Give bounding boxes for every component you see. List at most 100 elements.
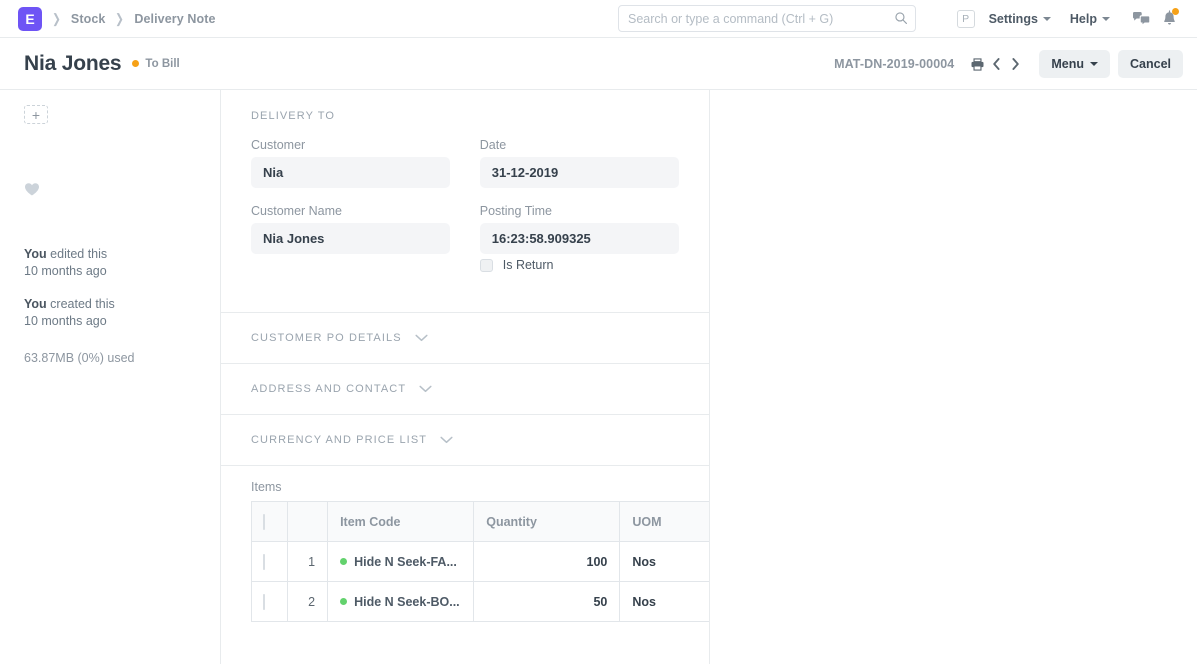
nav-settings-menu[interactable]: Settings [989, 12, 1051, 26]
storage-usage: 63.87MB (0%) used [24, 351, 135, 365]
row-select-cell[interactable] [251, 541, 289, 582]
right-gutter [709, 90, 1197, 664]
chevron-left-icon [993, 58, 1000, 70]
item-code-text: Hide N Seek-BO... [354, 594, 460, 609]
search-input[interactable] [618, 5, 916, 32]
customer-input[interactable]: Nia [251, 157, 450, 188]
uom-cell[interactable]: Nos [619, 581, 709, 622]
items-section: Items Item Code Quantity UOM Rate Amount [221, 466, 709, 622]
customer-name-field: Customer Name Nia Jones [251, 204, 450, 272]
item-code-cell[interactable]: Hide N Seek-FA... [327, 541, 475, 582]
nav-help-menu[interactable]: Help [1070, 12, 1110, 26]
table-row[interactable]: 2 Hide N Seek-BO... 50 Nos ₹ 30.00 ₹ 1,5… [251, 581, 709, 622]
menu-button-label: Menu [1051, 57, 1084, 71]
item-code-cell[interactable]: Hide N Seek-BO... [327, 581, 475, 622]
quantity-cell[interactable]: 100 [473, 541, 621, 582]
app-logo-icon[interactable]: E [18, 6, 42, 31]
section-address-and-contact[interactable]: ADDRESS AND CONTACT [221, 364, 709, 415]
page-title: Nia Jones [24, 51, 122, 75]
user-avatar[interactable]: P [956, 10, 975, 28]
breadcrumb-separator-icon: ❯ [115, 10, 125, 26]
is-return-row[interactable]: Is Return [479, 258, 679, 272]
next-document-button[interactable] [1006, 52, 1024, 76]
previous-document-button[interactable] [987, 52, 1005, 76]
heart-icon [25, 183, 39, 196]
is-return-label: Is Return [502, 258, 554, 272]
activity-edited: You edited this 10 months ago [24, 246, 220, 280]
table-header-row: Item Code Quantity UOM Rate Amount [251, 501, 709, 542]
notifications-button[interactable] [1157, 7, 1181, 31]
breadcrumb-stock[interactable]: Stock [71, 12, 106, 26]
section-address-and-contact-label: ADDRESS AND CONTACT [251, 383, 407, 395]
cancel-button[interactable]: Cancel [1118, 50, 1183, 78]
delivery-to-section: DELIVERY TO Customer Nia Date 31-12-2019… [221, 90, 709, 313]
like-button[interactable] [24, 182, 220, 202]
posting-time-field: Posting Time 16:23:58.909325 Is Return [479, 204, 679, 272]
section-customer-po-details[interactable]: CUSTOMER PO DETAILS [221, 313, 709, 364]
chevron-down-icon [1102, 17, 1110, 21]
activity-time: 10 months ago [24, 314, 107, 328]
status-badge: To Bill [132, 58, 180, 70]
items-table: Item Code Quantity UOM Rate Amount 1 [251, 501, 709, 622]
quantity-cell[interactable]: 50 [473, 581, 621, 622]
row-checkbox[interactable] [263, 593, 265, 610]
activity-actor: You [24, 247, 47, 261]
row-index: 1 [287, 541, 329, 582]
select-all-checkbox[interactable] [263, 513, 265, 530]
chevron-down-icon [1090, 62, 1098, 66]
activity-action: edited this [46, 247, 108, 261]
posting-time-label: Posting Time [479, 204, 553, 218]
notification-indicator [1172, 8, 1179, 15]
chevron-down-icon [440, 436, 453, 444]
breadcrumb-delivery-note[interactable]: Delivery Note [134, 12, 215, 26]
activity-time: 10 months ago [24, 264, 107, 278]
activity-actor: You [24, 297, 47, 311]
customer-field: Customer Nia [251, 138, 450, 188]
customer-name-input[interactable]: Nia Jones [251, 223, 450, 254]
row-checkbox[interactable] [263, 553, 265, 570]
uom-header[interactable]: UOM [619, 501, 709, 542]
item-code-text: Hide N Seek-FA... [354, 554, 457, 569]
sidebar: + You edited this 10 months ago You crea… [0, 90, 220, 664]
select-all-cell[interactable] [251, 501, 289, 542]
quantity-header[interactable]: Quantity [473, 501, 621, 542]
chat-icon [1132, 11, 1150, 27]
item-status-dot-icon [340, 558, 348, 565]
row-select-cell[interactable] [251, 581, 289, 622]
activity-created: You created this 10 months ago [24, 296, 220, 330]
date-field: Date 31-12-2019 [479, 138, 679, 188]
section-customer-po-details-label: CUSTOMER PO DETAILS [251, 332, 402, 344]
top-navbar: E ❯ Stock ❯ Delivery Note P Settings Hel… [0, 0, 1197, 38]
breadcrumb-separator-icon: ❯ [52, 10, 61, 26]
add-tag-button[interactable]: + [24, 105, 48, 124]
customer-name-label: Customer Name [251, 204, 342, 218]
chat-button[interactable] [1129, 7, 1153, 31]
is-return-checkbox[interactable] [479, 258, 493, 272]
menu-button[interactable]: Menu [1039, 50, 1110, 78]
page-body: + You edited this 10 months ago You crea… [0, 90, 1197, 664]
delivery-to-fields: Customer Nia Date 31-12-2019 Customer Na… [251, 138, 679, 288]
print-button[interactable] [968, 52, 986, 76]
printer-icon [971, 57, 984, 71]
chevron-right-icon [1012, 58, 1019, 70]
posting-time-input[interactable]: 16:23:58.909325 [479, 223, 679, 254]
chevron-down-icon [415, 334, 428, 342]
date-input[interactable]: 31-12-2019 [479, 157, 679, 188]
nav-settings-label: Settings [988, 12, 1038, 26]
page-header-actions: MAT-DN-2019-00004 Menu Cancel [834, 38, 1183, 90]
table-row[interactable]: 1 Hide N Seek-FA... 100 Nos ₹ 28.00 ₹ 2,… [251, 541, 709, 582]
chevron-down-icon [1042, 17, 1051, 21]
section-currency-and-price-list-label: CURRENCY AND PRICE LIST [251, 434, 428, 446]
uom-cell[interactable]: Nos [619, 541, 709, 582]
items-label: Items [251, 480, 282, 494]
item-code-header[interactable]: Item Code [327, 501, 475, 542]
date-label: Date [479, 138, 507, 152]
section-currency-and-price-list[interactable]: CURRENCY AND PRICE LIST [221, 415, 709, 466]
delivery-to-heading: DELIVERY TO [251, 110, 336, 122]
row-index: 2 [287, 581, 329, 622]
form-content: DELIVERY TO Customer Nia Date 31-12-2019… [220, 90, 710, 664]
document-id: MAT-DN-2019-00004 [834, 57, 955, 71]
item-status-dot-icon [340, 598, 348, 605]
customer-label: Customer [251, 138, 306, 152]
search-box[interactable] [618, 5, 916, 32]
